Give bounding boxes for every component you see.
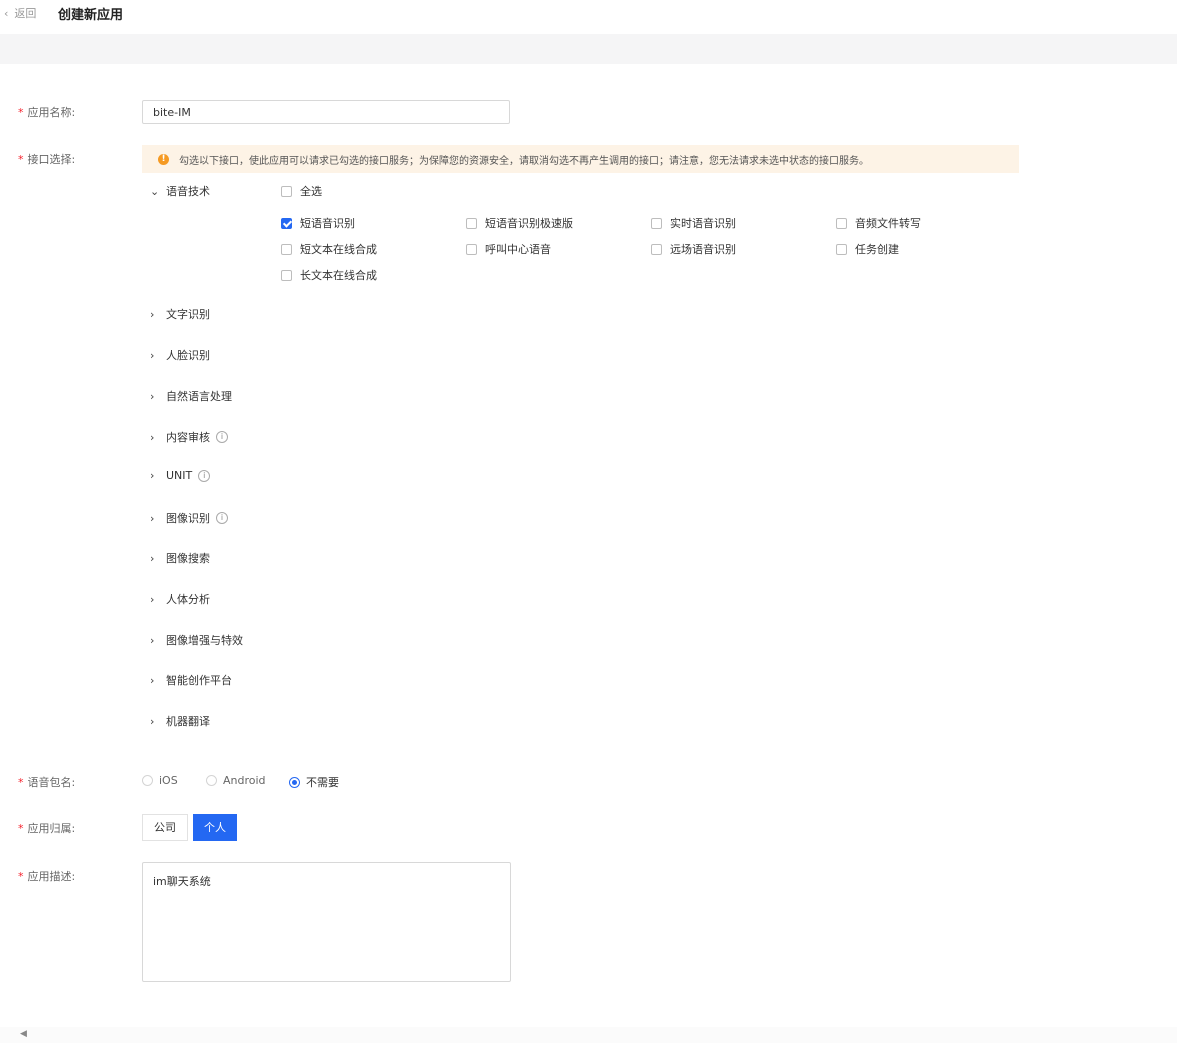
checkbox-box: [651, 217, 662, 229]
ownership-personal-button[interactable]: 个人: [193, 814, 237, 841]
select-all-checkbox[interactable]: 全选: [281, 183, 322, 199]
checkbox-box: [281, 185, 292, 197]
checkbox-box: [281, 217, 292, 229]
category-image-enhance[interactable]: › 图像增强与特效: [150, 632, 243, 648]
category-creation-platform[interactable]: › 智能创作平台: [150, 672, 232, 688]
required-mark: *: [18, 106, 24, 119]
radio-not-needed[interactable]: 不需要: [289, 774, 339, 790]
ownership-company-button[interactable]: 公司: [142, 814, 188, 841]
voice-package-label: * 语音包名:: [18, 776, 76, 789]
option-checkbox[interactable]: 短文本在线合成: [281, 241, 377, 257]
chevron-right-icon: ›: [150, 551, 155, 565]
chevron-right-icon: ›: [150, 348, 155, 362]
checkbox-label: 全选: [300, 185, 322, 198]
notice-text: 勾选以下接口，使此应用可以请求已勾选的接口服务；为保障您的资源安全，请取消勾选不…: [179, 155, 869, 167]
checkbox-box: [281, 243, 292, 255]
option-checkbox[interactable]: 音频文件转写: [836, 215, 921, 231]
interface-notice: ! 勾选以下接口，使此应用可以请求已勾选的接口服务；为保障您的资源安全，请取消勾…: [142, 145, 1019, 173]
top-bar: ‹ 返回 创建新应用: [0, 0, 1177, 28]
category-image-recognition[interactable]: › 图像识别 i: [150, 510, 228, 526]
checkbox-box: [466, 217, 477, 229]
page-title: 创建新应用: [58, 8, 124, 23]
category-nlp[interactable]: › 自然语言处理: [150, 388, 232, 404]
category-speech[interactable]: ⌄ 语音技术: [150, 183, 210, 199]
category-content-review[interactable]: › 内容审核 i: [150, 429, 228, 445]
checkbox-box: [651, 243, 662, 255]
description-textarea[interactable]: im聊天系统: [142, 862, 511, 982]
chevron-right-icon: ›: [150, 633, 155, 647]
category-translation[interactable]: › 机器翻译: [150, 713, 210, 729]
info-icon[interactable]: i: [216, 431, 228, 443]
option-checkbox[interactable]: 任务创建: [836, 241, 899, 257]
info-icon[interactable]: i: [216, 512, 228, 524]
checkbox-box: [281, 269, 292, 281]
category-ocr[interactable]: › 文字识别: [150, 306, 210, 322]
chevron-right-icon: ›: [150, 673, 155, 687]
radio-android[interactable]: Android: [206, 774, 266, 787]
interface-label: * 接口选择:: [18, 153, 76, 166]
ownership-label: * 应用归属:: [18, 822, 76, 835]
back-link[interactable]: ‹ 返回: [4, 5, 36, 21]
header-band: [0, 34, 1177, 64]
radio-circle: [206, 775, 217, 786]
category-unit[interactable]: › UNIT i: [150, 469, 211, 482]
option-checkbox[interactable]: 呼叫中心语音: [466, 241, 551, 257]
option-checkbox[interactable]: 实时语音识别: [651, 215, 736, 231]
chevron-right-icon: ›: [150, 389, 155, 403]
radio-ios[interactable]: iOS: [142, 774, 178, 787]
option-checkbox[interactable]: 短语音识别: [281, 215, 355, 231]
back-label: 返回: [14, 7, 37, 20]
warning-icon: !: [158, 153, 169, 165]
chevron-right-icon: ›: [150, 307, 155, 321]
info-icon[interactable]: i: [198, 469, 211, 482]
chevron-right-icon: ›: [150, 430, 155, 444]
option-checkbox[interactable]: 短语音识别极速版: [466, 215, 573, 231]
horizontal-scrollbar[interactable]: ◀: [0, 1027, 1177, 1043]
category-face[interactable]: › 人脸识别: [150, 347, 210, 363]
chevron-left-icon: ‹: [4, 7, 9, 20]
radio-circle: [289, 776, 300, 788]
chevron-right-icon: ›: [150, 511, 155, 525]
app-name-label: * 应用名称:: [18, 106, 76, 119]
radio-circle: [142, 775, 153, 786]
category-label: 语音技术: [166, 185, 210, 198]
chevron-right-icon: ›: [150, 592, 155, 606]
checkbox-box: [836, 217, 847, 229]
required-mark: *: [18, 822, 24, 835]
app-name-input[interactable]: [142, 100, 510, 124]
chevron-right-icon: ›: [150, 714, 155, 728]
checkbox-box: [836, 243, 847, 255]
required-mark: *: [18, 870, 24, 883]
scroll-left-icon[interactable]: ◀: [20, 1029, 27, 1039]
checkbox-box: [466, 243, 477, 255]
required-mark: *: [18, 776, 24, 789]
description-label: * 应用描述:: [18, 870, 76, 883]
chevron-down-icon: ⌄: [150, 184, 160, 198]
option-checkbox[interactable]: 长文本在线合成: [281, 267, 377, 283]
category-body-analysis[interactable]: › 人体分析: [150, 591, 210, 607]
option-checkbox[interactable]: 远场语音识别: [651, 241, 736, 257]
required-mark: *: [18, 153, 24, 166]
category-image-search[interactable]: › 图像搜索: [150, 550, 210, 566]
chevron-right-icon: ›: [150, 469, 155, 482]
